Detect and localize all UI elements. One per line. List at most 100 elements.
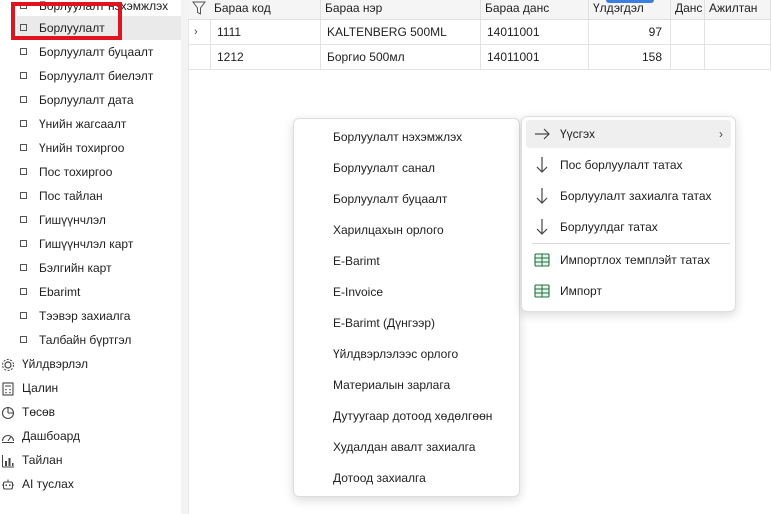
bullet-icon <box>20 168 27 176</box>
sidebar-item-transport-order[interactable]: Тээвэр захиалга <box>20 304 130 328</box>
sidebar-item-ebarimt[interactable]: Ebarimt <box>20 280 80 304</box>
bullet-icon <box>20 192 27 200</box>
menu-item-label: Үүсгэх <box>560 127 596 141</box>
sidebar-item-label: Борлуулалт дата <box>39 93 134 107</box>
menu-item-sales-invoice[interactable]: Борлуулалт нэхэмжлэх <box>294 122 519 153</box>
sidebar-item-label: Дашбоард <box>22 429 81 443</box>
menu-item-material-expense[interactable]: Материалын зарлага <box>294 370 519 401</box>
bullet-icon <box>20 288 27 296</box>
bullet-icon <box>20 48 27 56</box>
sidebar-item-label: Пос тохиргоо <box>39 165 113 179</box>
cell-employee[interactable] <box>705 20 771 44</box>
sidebar-item-label: Үйлдвэрлэл <box>22 357 89 371</box>
sidebar-item-membership-card[interactable]: Гишүүнчлэл карт <box>20 232 133 256</box>
menu-item-ebarimt[interactable]: E-Barimt <box>294 246 519 277</box>
sidebar-item-label: AI туслах <box>22 477 74 491</box>
sidebar-item-dashboard[interactable]: Дашбоард <box>0 424 80 448</box>
column-header-code[interactable]: Бараа код <box>210 0 321 19</box>
toolbar-submenu: Үүсгэх › Пос борлуулалт татах Борлуулалт… <box>521 116 736 312</box>
menu-item-pos-sales-download[interactable]: Пос борлуулалт татах <box>526 151 731 179</box>
sidebar-item-area-registration[interactable]: Талбайн бүртгэл <box>20 328 131 352</box>
menu-item-label: Импортлох темплэйт татах <box>560 253 710 267</box>
sidebar-item-gift-card[interactable]: Бэлгийн карт <box>20 256 112 280</box>
table-row[interactable]: › 1111 KALTENBERG 500ML 14011001 97 <box>188 20 771 45</box>
grid-header: Бараа код Бараа нэр Бараа данс Үлдэгдэл … <box>188 0 771 20</box>
menu-item-internal-order[interactable]: Дотоод захиалга <box>294 463 519 494</box>
pie-chart-icon <box>1 406 15 419</box>
sidebar-item-label: Гишүүнчлэл карт <box>39 237 134 251</box>
sidebar-item-pos-settings[interactable]: Пос тохиргоо <box>20 160 112 184</box>
sidebar-item-label: Бэлгийн карт <box>39 261 112 275</box>
cell-account2[interactable] <box>671 20 705 44</box>
menu-item-sales-order-download[interactable]: Борлуулалт захиалга татах <box>526 182 731 210</box>
filter-icon[interactable] <box>191 0 207 17</box>
gear-icon <box>2 358 14 371</box>
menu-item-seller-download[interactable]: Борлуулдаг татах <box>526 213 731 241</box>
sidebar-item-label: Талбайн бүртгэл <box>39 333 132 347</box>
sidebar-item-price-settings[interactable]: Үнийн тохиргоо <box>20 136 124 160</box>
sidebar-item-label: Тээвэр захиалга <box>39 309 131 323</box>
menu-item-import-template-download[interactable]: Импортлох темплэйт татах <box>526 246 731 274</box>
sidebar-item-sales-data[interactable]: Борлуулалт дата <box>20 88 134 112</box>
cell-account[interactable]: 14011001 <box>481 20 589 44</box>
excel-icon <box>534 284 550 298</box>
arrow-down-icon <box>536 157 548 173</box>
cell-name[interactable]: Боргио 500мл <box>321 45 481 69</box>
sidebar-item-membership[interactable]: Гишүүнчлэл <box>20 208 106 232</box>
column-header-employee[interactable]: Ажилтан <box>705 0 771 19</box>
cell-balance[interactable]: 97 <box>589 20 671 44</box>
menu-item-internal-transfer[interactable]: Дутуугаар дотоод хөдөлгөөн <box>294 401 519 432</box>
context-menu: Борлуулалт нэхэмжлэх Борлуулалт санал Бо… <box>293 118 520 497</box>
sidebar-item-price-list[interactable]: Үнийн жагсаалт <box>20 112 126 136</box>
sidebar-item-salary[interactable]: Цалин <box>0 376 58 400</box>
calculator-icon <box>2 382 14 396</box>
menu-item-customer-income[interactable]: Харилцахын орлого <box>294 215 519 246</box>
cell-name[interactable]: KALTENBERG 500ML <box>321 20 481 44</box>
cell-code[interactable]: 1212 <box>210 45 321 69</box>
menu-item-einvoice[interactable]: E-Invoice <box>294 277 519 308</box>
sidebar-item-pos-report[interactable]: Пос тайлан <box>20 184 103 208</box>
cell-balance[interactable]: 158 <box>589 45 671 69</box>
arrow-down-icon <box>536 188 548 204</box>
report-icon <box>2 454 14 468</box>
bullet-icon <box>20 336 27 344</box>
sidebar-item-label: Ebarimt <box>39 285 81 299</box>
chevron-right-icon: › <box>719 127 723 141</box>
sidebar: Борлуулалт нэхэмжлэх Борлуулалт Борлуула… <box>0 0 182 514</box>
sidebar-scrollbar[interactable] <box>181 0 189 514</box>
menu-separator <box>532 243 730 244</box>
bullet-icon <box>20 216 27 224</box>
sidebar-item-label: Борлуулалт буцаалт <box>39 45 154 59</box>
sidebar-item-sales-return[interactable]: Борлуулалт буцаалт <box>20 40 153 64</box>
sidebar-item-label: Тайлан <box>22 453 63 467</box>
menu-item-create[interactable]: Үүсгэх › <box>526 120 731 148</box>
menu-item-label: Импорт <box>560 284 602 298</box>
menu-item-purchase-order[interactable]: Худалдан авалт захиалга <box>294 432 519 463</box>
menu-item-production-income[interactable]: Үйлдвэрлэлээс орлого <box>294 339 519 370</box>
sidebar-item-label: Гишүүнчлэл <box>39 213 106 227</box>
arrow-right-icon <box>535 128 550 140</box>
menu-item-sales-return[interactable]: Борлуулалт буцаалт <box>294 184 519 215</box>
sidebar-item-budget[interactable]: Төсөв <box>0 400 55 424</box>
sidebar-item-production[interactable]: Үйлдвэрлэл <box>0 352 88 376</box>
cell-account[interactable]: 14011001 <box>481 45 589 69</box>
column-header-name[interactable]: Бараа нэр <box>321 0 481 19</box>
menu-item-ebarimt-amount[interactable]: E-Barimt (Дүнгээр) <box>294 308 519 339</box>
sidebar-item-label: Борлуулалт биелэлт <box>39 69 154 83</box>
cell-employee[interactable] <box>705 45 771 69</box>
bullet-icon <box>20 72 27 80</box>
cell-account2[interactable] <box>671 45 705 69</box>
sidebar-item-ai-assistant[interactable]: AI туслах <box>0 472 74 496</box>
table-row[interactable]: 1212 Боргио 500мл 14011001 158 <box>188 45 771 70</box>
sidebar-item-label: Цалин <box>22 381 59 395</box>
sidebar-item-label: Үнийн жагсаалт <box>39 117 127 131</box>
chevron-right-icon[interactable]: › <box>194 20 198 44</box>
sidebar-item-report[interactable]: Тайлан <box>0 448 62 472</box>
cell-code[interactable]: 1111 <box>210 20 321 44</box>
sidebar-item-sales-performance[interactable]: Борлуулалт биелэлт <box>20 64 153 88</box>
column-header-account2[interactable]: Данс <box>671 0 705 19</box>
column-header-account[interactable]: Бараа данс <box>481 0 589 19</box>
menu-item-import[interactable]: Импорт <box>526 277 731 305</box>
menu-item-sales-offer[interactable]: Борлуулалт санал <box>294 153 519 184</box>
excel-icon <box>534 253 550 267</box>
